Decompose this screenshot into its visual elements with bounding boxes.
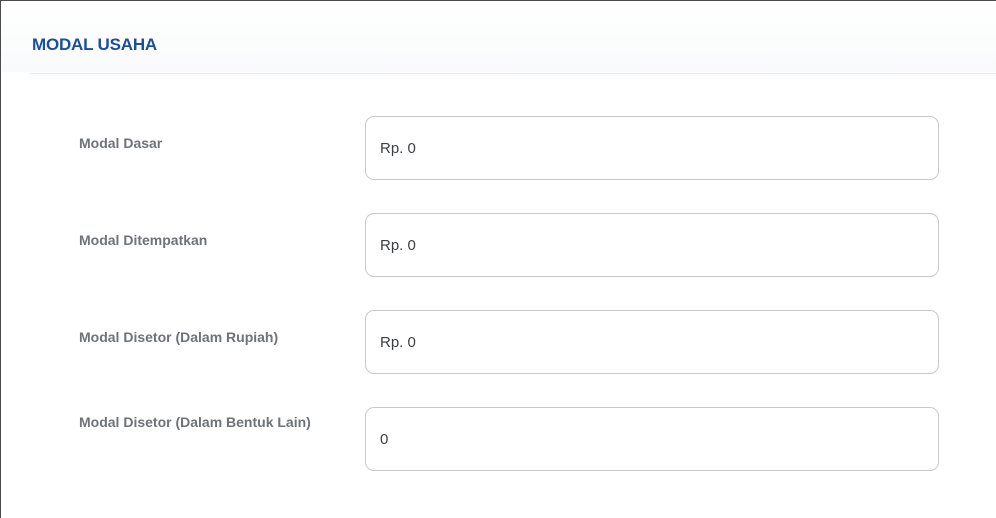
modal-ditempatkan-label: Modal Ditempatkan xyxy=(79,232,208,248)
modal-dasar-label: Modal Dasar xyxy=(79,135,163,151)
modal-disetor-bentuk-lain-input[interactable] xyxy=(365,407,939,471)
header-divider xyxy=(30,73,996,74)
modal-disetor-rupiah-input[interactable] xyxy=(365,310,939,374)
modal-ditempatkan-input[interactable] xyxy=(365,213,939,277)
modal-disetor-rupiah-label: Modal Disetor (Dalam Rupiah) xyxy=(79,329,279,345)
panel-header: MODAL USAHA xyxy=(2,2,996,72)
modal-dasar-input[interactable] xyxy=(365,116,939,180)
panel-title: MODAL USAHA xyxy=(32,35,157,54)
modal-usaha-panel: MODAL USAHA Modal Dasar Modal Ditempatka… xyxy=(0,0,996,518)
modal-disetor-bentuk-lain-label: Modal Disetor (Dalam Bentuk Lain) xyxy=(79,414,311,430)
